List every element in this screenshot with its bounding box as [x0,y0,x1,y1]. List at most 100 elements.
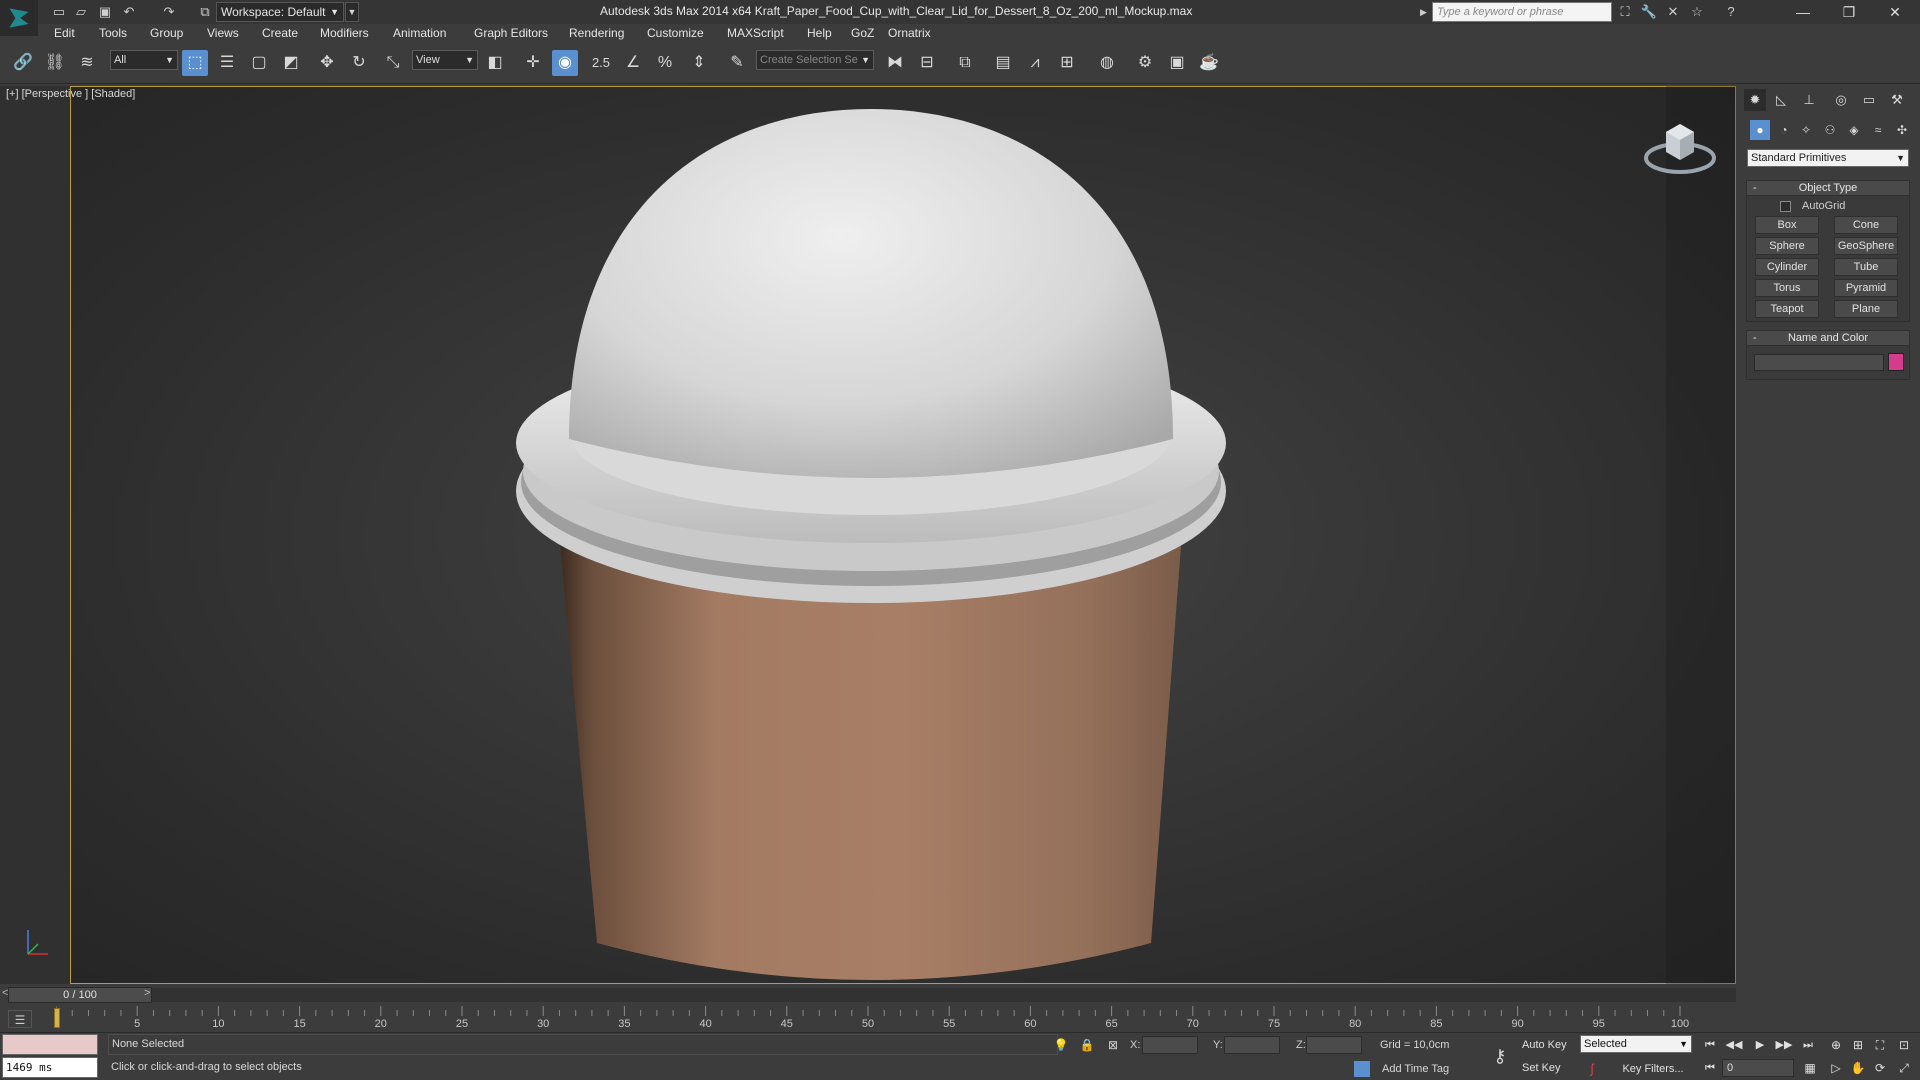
zoom-icon[interactable]: ⊕ [1826,1035,1846,1055]
percent-snap-icon[interactable]: % [652,50,678,76]
link-icon[interactable]: 🔗 [10,50,36,76]
layer-manager-icon[interactable]: ⧉ [952,50,978,76]
maxscript-listener-input[interactable] [2,1034,98,1055]
maximize-viewport-icon[interactable]: ⤢ [1894,1058,1914,1078]
spinner-snap-icon[interactable]: ⇕ [686,50,712,76]
project-icon[interactable]: ⧉ [196,3,214,21]
workspace-menu-arrow[interactable]: ▼ [345,2,359,22]
display-tab-icon[interactable]: ▭ [1858,89,1880,111]
bind-spacewarp-icon[interactable]: ≋ [74,50,100,76]
new-icon[interactable]: ▭ [50,3,68,21]
open-icon[interactable]: ▱ [72,3,90,21]
render-setup-icon[interactable]: ⚙ [1132,50,1158,76]
y-coordinate-field[interactable] [1224,1036,1280,1054]
menu-help[interactable]: Help [807,26,832,40]
key-tangent-icon[interactable]: ∫ [1582,1060,1602,1078]
menu-create[interactable]: Create [262,26,298,40]
reference-coordinate-dropdown[interactable]: View ▼ [412,50,478,70]
object-category-dropdown[interactable]: Standard Primitives ▼ [1747,149,1909,167]
rendered-frame-window-icon[interactable]: ▣ [1164,50,1190,76]
viewport-label[interactable]: [+] [Perspective ] [Shaded] [6,88,135,100]
absolute-mode-icon[interactable]: ⊠ [1104,1036,1122,1054]
set-key-icon[interactable]: ⚷ [1486,1046,1514,1066]
angle-snap-icon[interactable]: ∠ [620,50,646,76]
restore-button[interactable]: ❐ [1826,0,1872,24]
time-slider-thumb[interactable]: 0 / 100 [8,987,152,1003]
menu-ornatrix[interactable]: Ornatrix [888,26,931,40]
window-crossing-icon[interactable]: ◩ [278,50,304,76]
key-filters-button[interactable]: Key Filters... [1614,1059,1692,1079]
named-selection-dropdown[interactable]: Create Selection Se ▼ [756,50,874,70]
subscription-icon[interactable]: 🔧 [1640,3,1658,21]
curve-editor-icon[interactable]: ⩘ [1022,50,1048,76]
current-frame-marker[interactable] [54,1008,60,1028]
infocenter-icon[interactable]: ⛶ [1616,3,1634,21]
next-frame-icon[interactable]: ▶▶ [1774,1036,1794,1054]
app-logo-icon[interactable] [0,0,38,36]
geometry-icon[interactable]: ● [1750,120,1770,140]
cameras-icon[interactable]: ⚇ [1820,120,1840,140]
cylinder-button[interactable]: Cylinder [1755,258,1819,276]
viewcube-icon[interactable] [1644,118,1716,176]
set-key-button[interactable]: Set Key [1522,1058,1580,1078]
mini-curve-editor-icon[interactable]: ☰ [8,1010,32,1028]
rotate-icon[interactable]: ↻ [346,50,372,76]
render-production-icon[interactable]: ☕ [1196,50,1222,76]
current-frame-field[interactable]: 0 [1722,1059,1794,1077]
time-slider-track[interactable] [8,988,1736,1002]
zoom-extents-icon[interactable]: ⛶ [1870,1035,1890,1055]
menu-group[interactable]: Group [150,26,183,40]
material-editor-icon[interactable]: ◍ [1094,50,1120,76]
edit-named-selection-icon[interactable]: ✎ [724,50,750,76]
sphere-button[interactable]: Sphere [1755,237,1819,255]
select-by-name-icon[interactable]: ☰ [214,50,240,76]
search-input[interactable]: Type a keyword or phrase [1432,2,1612,22]
selection-filter-dropdown[interactable]: All ▼ [110,50,178,70]
hierarchy-tab-icon[interactable]: ⊥ [1798,89,1820,111]
name-color-rollout-header[interactable]: - Name and Color [1746,330,1910,346]
previous-frame-icon[interactable]: ◀◀ [1724,1036,1744,1054]
object-name-input[interactable] [1754,354,1884,371]
favorites-icon[interactable]: ☆ [1688,3,1706,21]
menu-views[interactable]: Views [207,26,239,40]
menu-goz[interactable]: GoZ [851,26,874,40]
utilities-tab-icon[interactable]: ⚒ [1886,89,1908,111]
field-of-view-icon[interactable]: ▷ [1826,1058,1846,1078]
move-icon[interactable]: ✥ [314,50,340,76]
helpers-icon[interactable]: ◈ [1844,120,1864,140]
close-button[interactable]: ✕ [1872,0,1918,24]
menu-modifiers[interactable]: Modifiers [320,26,369,40]
time-config-icon[interactable]: ▦ [1800,1058,1820,1078]
box-button[interactable]: Box [1755,216,1819,234]
scale-icon[interactable]: ⤡ [380,50,406,76]
select-object-icon[interactable]: ⬚ [182,50,208,76]
pivot-center-icon[interactable]: ◧ [482,50,508,76]
search-expand-icon[interactable]: ▶ [1420,2,1430,22]
snaps-toggle-icon[interactable]: 2.5 [588,50,614,76]
motion-tab-icon[interactable]: ◎ [1830,89,1852,111]
autogrid-checkbox[interactable] [1780,201,1791,212]
rectangular-selection-icon[interactable]: ▢ [246,50,272,76]
orbit-icon[interactable]: ⟳ [1870,1058,1890,1078]
menu-graph-editors[interactable]: Graph Editors [474,26,548,40]
workspace-dropdown[interactable]: Workspace: Default ▼ [216,2,344,22]
communication-icon[interactable]: ✕ [1664,3,1682,21]
key-selection-dropdown[interactable]: Selected ▼ [1580,1035,1692,1053]
align-icon[interactable]: ⊟ [914,50,940,76]
teapot-button[interactable]: Teapot [1755,300,1819,318]
menu-tools[interactable]: Tools [99,26,127,40]
undo-icon[interactable]: ↶ [120,3,138,21]
menu-maxscript[interactable]: MAXScript [727,26,784,40]
cone-button[interactable]: Cone [1834,216,1898,234]
lights-icon[interactable]: ✧ [1796,120,1816,140]
time-tag-icon[interactable] [1354,1061,1370,1077]
keyboard-shortcut-override-icon[interactable]: ◉ [552,50,578,76]
save-icon[interactable]: ▣ [96,3,114,21]
play-icon[interactable]: ▶ [1750,1036,1770,1054]
menu-animation[interactable]: Animation [393,26,446,40]
add-time-tag[interactable]: Add Time Tag [1382,1063,1449,1075]
graphite-ribbon-icon[interactable]: ▤ [990,50,1016,76]
time-slider-next-arrow[interactable]: > [144,987,150,999]
object-type-rollout-header[interactable]: - Object Type [1746,180,1910,196]
zoom-all-icon[interactable]: ⊞ [1848,1035,1868,1055]
